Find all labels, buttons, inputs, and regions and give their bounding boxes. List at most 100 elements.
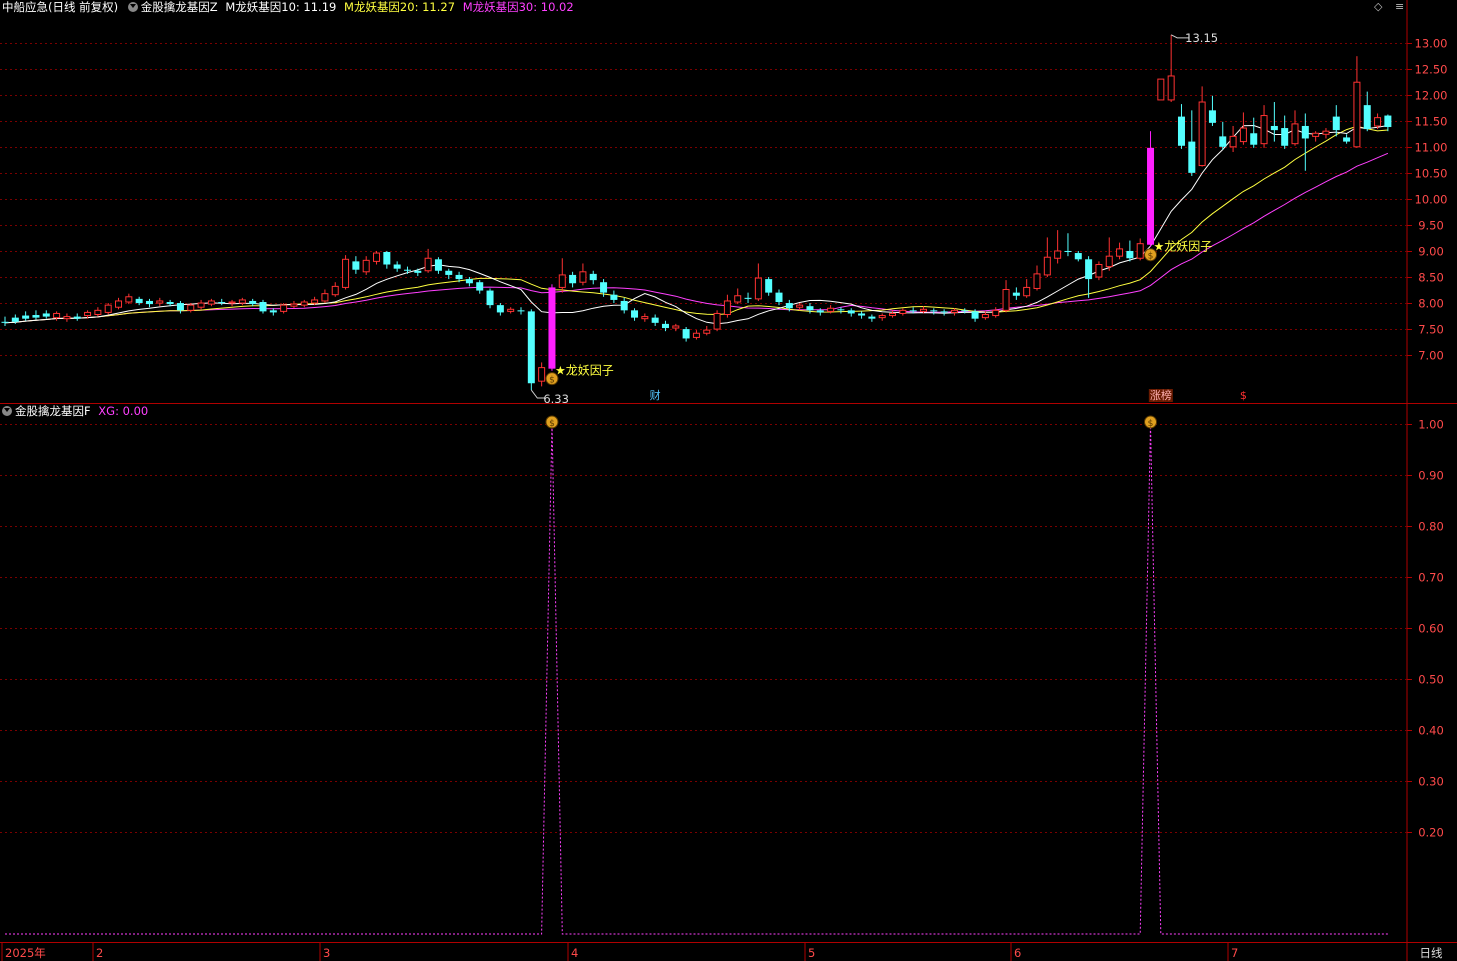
candle-body	[42, 313, 50, 317]
candle-body	[1167, 75, 1175, 101]
candle-body	[94, 309, 102, 316]
candle-body	[1188, 141, 1196, 173]
sub-indicator-toggle-icon[interactable]	[2, 406, 12, 416]
stock-title: 中船应急(日线 前复权)	[2, 0, 119, 14]
candle-body	[754, 277, 762, 300]
candle-body	[703, 329, 711, 334]
sub-header: 金股擒龙基因F XG: 0.00	[2, 404, 148, 418]
candle-body	[22, 315, 30, 319]
candle-body	[641, 316, 649, 320]
candle-body	[992, 309, 1000, 317]
candle-body	[63, 316, 71, 320]
candle-body	[899, 309, 907, 314]
candle-body	[651, 317, 659, 323]
signal-label: ★龙妖因子	[1154, 240, 1213, 254]
candle-body	[1, 321, 9, 323]
price-tick-label: 8.00	[1418, 297, 1444, 311]
sub-tick-label: 0.90	[1418, 469, 1444, 483]
candle-body	[589, 273, 597, 281]
candle-body	[1136, 243, 1144, 259]
sub-tick-label: 1.00	[1418, 418, 1444, 432]
candle-body	[919, 308, 927, 312]
price-tick-label: 9.00	[1418, 245, 1444, 259]
candle-body	[1105, 255, 1113, 268]
candle-body	[228, 301, 236, 304]
candle-body	[166, 302, 174, 305]
candle-body	[176, 303, 184, 311]
price-tick-label: 11.50	[1415, 115, 1448, 129]
candle-body	[1343, 137, 1351, 142]
candle-body	[940, 311, 948, 313]
candle-body	[713, 312, 721, 330]
sub-indicator-name[interactable]: 金股擒龙基因F	[15, 404, 91, 418]
indicator-toggle-icon[interactable]	[127, 2, 138, 12]
candle-body	[434, 259, 442, 271]
candle-body	[135, 298, 143, 304]
candle-body	[1064, 250, 1072, 253]
ma20-value: M龙妖基因20: 11.27	[344, 0, 456, 14]
candle-body	[569, 274, 577, 284]
candle-body	[373, 252, 381, 262]
candle-body	[1157, 78, 1165, 101]
candle-body	[403, 269, 411, 271]
candle-body	[878, 315, 886, 319]
candle-body	[280, 304, 288, 312]
candle-body	[342, 258, 350, 288]
candle-body	[889, 312, 897, 317]
candle-body	[1353, 81, 1361, 148]
candle-body	[197, 302, 205, 308]
indicator-name[interactable]: 金股擒龙基因Z	[141, 0, 218, 14]
sub-indicator-value: XG: 0.00	[98, 404, 149, 418]
candle-body	[1095, 264, 1103, 278]
candle-body	[1002, 289, 1010, 311]
candle-body	[909, 310, 917, 312]
chart-stage[interactable]: 13.00 12.50 12.00 11.50 11.00 10.50 10.00 9.50 9…	[0, 0, 1457, 961]
candle-body	[1033, 273, 1041, 289]
sub-tick-label: 0.20	[1418, 826, 1444, 840]
candle-body	[238, 299, 246, 304]
candle-body	[1239, 127, 1247, 143]
candle-body	[104, 304, 112, 313]
price-tick-label: 9.50	[1418, 219, 1444, 233]
main-header: 中船应急(日线 前复权) 金股擒龙基因Z M龙妖基因10: 11.19 M龙妖基…	[2, 0, 574, 14]
candle-body	[950, 309, 958, 313]
candle-body	[775, 292, 783, 303]
candle-body	[1023, 286, 1031, 297]
candle-body	[981, 314, 989, 319]
ma30-line	[4, 152, 1389, 324]
signal-label: ★龙妖因子	[555, 364, 614, 378]
candle-body	[1208, 110, 1216, 123]
candle-body	[1085, 259, 1093, 280]
candle-body	[1219, 136, 1227, 147]
candle-body	[1198, 101, 1206, 167]
diamond-icon[interactable]: ◇	[1374, 0, 1382, 13]
candle-body	[796, 304, 804, 308]
candle-body	[1363, 105, 1371, 130]
event-tag: 涨榜	[1150, 388, 1172, 402]
candle-body	[1260, 115, 1268, 145]
candle-body	[249, 300, 257, 305]
money-bag-glyph: $	[549, 376, 555, 386]
chart-canvas[interactable]: 13.00 12.50 12.00 11.50 11.00 10.50 10.00 9.50 9…	[0, 0, 1457, 961]
price-tick-label: 12.00	[1415, 89, 1448, 103]
candle-body	[73, 316, 81, 319]
candle-body	[620, 300, 628, 311]
candle-body	[53, 312, 61, 319]
candle-body	[610, 294, 618, 300]
candle-body	[816, 310, 824, 313]
candle-body	[837, 309, 845, 311]
ma20-line	[4, 125, 1388, 324]
candle-body	[476, 282, 484, 291]
candle-body	[827, 307, 835, 312]
ma10-value: M龙妖基因10: 11.19	[225, 0, 337, 14]
candle-body	[393, 264, 401, 269]
candle-body	[218, 302, 226, 304]
low-price-label: 6.33	[543, 392, 569, 406]
candle-body	[723, 300, 731, 316]
candle-body	[1177, 116, 1185, 146]
price-tick-label: 10.50	[1415, 167, 1448, 181]
time-axis-label: 4	[571, 946, 578, 960]
sub-tick-label: 0.40	[1418, 724, 1444, 738]
candle-body	[930, 310, 938, 312]
menu-icon[interactable]: ≡	[1395, 0, 1404, 13]
